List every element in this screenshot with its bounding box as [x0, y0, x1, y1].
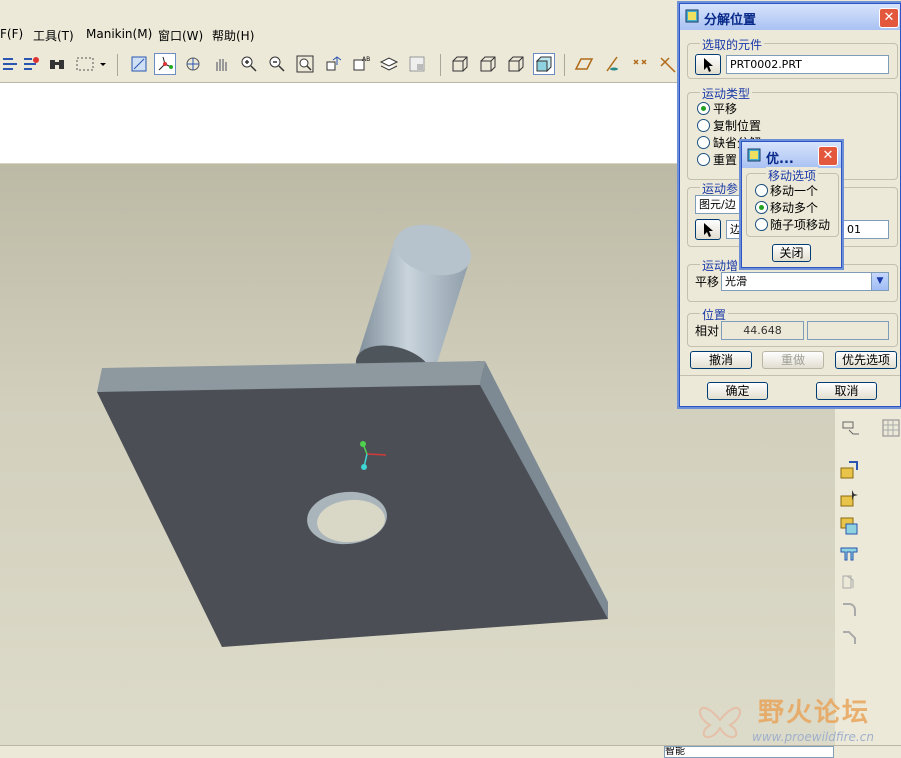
- orient-icon[interactable]: [128, 53, 150, 75]
- view-manager-icon[interactable]: [406, 53, 428, 75]
- popup-close-x-button[interactable]: ✕: [818, 146, 838, 166]
- plate-part[interactable]: [97, 361, 608, 647]
- toolbar-separator: [117, 54, 118, 76]
- radio-move-with-children-label: 随子项移动: [770, 218, 831, 232]
- translate-increment-label: 平移: [695, 275, 720, 289]
- select-box-dropdown-icon[interactable]: [74, 53, 108, 75]
- watermark-title: 野火论坛: [758, 698, 871, 728]
- no-hidden-icon[interactable]: [505, 53, 527, 75]
- butterfly-logo-icon: [699, 706, 741, 739]
- dialog-titlebar[interactable]: 分解位置 ✕: [680, 4, 900, 30]
- select-component-button[interactable]: [695, 54, 721, 75]
- undo-button[interactable]: 撤消: [690, 351, 752, 369]
- radio-move-many[interactable]: [755, 201, 768, 214]
- popup-titlebar[interactable]: 优... ✕: [742, 142, 841, 168]
- dialog-title: 分解位置: [704, 13, 757, 28]
- hidden-line-icon[interactable]: [477, 53, 499, 75]
- orient-mode-icon[interactable]: [182, 53, 204, 75]
- selection-filter-value: 智能: [665, 746, 685, 757]
- dialog-app-icon: [685, 9, 699, 23]
- assemble-icon[interactable]: [839, 460, 859, 480]
- pattern-icon[interactable]: [839, 572, 859, 592]
- coordinate-system-icon[interactable]: [656, 53, 678, 75]
- chamfer-icon[interactable]: [839, 628, 859, 648]
- toolbar-separator: [440, 54, 441, 76]
- create-component-icon[interactable]: [839, 488, 859, 508]
- translate-increment-dropdown[interactable]: 光滑 ▼: [721, 272, 889, 291]
- radio-copy-position-label: 复制位置: [713, 119, 762, 133]
- radio-move-one-label: 移动一个: [770, 184, 819, 198]
- position-extra-field: [807, 321, 889, 340]
- selected-component-label: 选取的元件: [700, 36, 765, 53]
- translate-increment-value: 光滑: [725, 275, 747, 288]
- dialog-divider: [680, 375, 900, 376]
- watermark: 野火论坛 www.proewildfire.cn: [690, 690, 901, 746]
- dialog-close-button[interactable]: ✕: [879, 8, 899, 28]
- regenerate-manager-icon[interactable]: [20, 53, 42, 75]
- chevron-down-icon[interactable]: ▼: [871, 273, 888, 290]
- ok-button[interactable]: 确定: [707, 382, 768, 400]
- selected-component-field[interactable]: PRT0002.PRT: [726, 55, 889, 74]
- shading-icon[interactable]: [533, 53, 555, 75]
- reorient-icon[interactable]: [322, 53, 344, 75]
- cancel-button[interactable]: 取消: [816, 382, 877, 400]
- regenerate-icon[interactable]: [0, 53, 22, 75]
- grid-icon[interactable]: [881, 418, 901, 438]
- arrow-cursor-icon: [704, 58, 713, 72]
- zoom-out-icon[interactable]: [266, 53, 288, 75]
- binoculars-icon[interactable]: [46, 53, 68, 75]
- named-view-icon[interactable]: AB: [350, 53, 372, 75]
- radio-move-many-label: 移动多个: [770, 201, 819, 215]
- menu-tools[interactable]: 工具(T): [33, 27, 74, 44]
- round-icon[interactable]: [839, 600, 859, 620]
- layers-icon[interactable]: [378, 53, 400, 75]
- toolbar-separator: [564, 54, 565, 76]
- popup-close-button[interactable]: 关闭: [772, 244, 811, 262]
- datum-plane-icon[interactable]: [573, 53, 595, 75]
- selection-filter-dropdown[interactable]: 智能: [664, 746, 834, 758]
- radio-translate-label: 平移: [713, 102, 738, 116]
- popup-app-icon: [747, 148, 761, 162]
- radio-move-one[interactable]: [755, 184, 768, 197]
- radio-translate[interactable]: [697, 102, 710, 115]
- radio-reset[interactable]: [697, 153, 710, 166]
- menu-file[interactable]: F(F): [0, 27, 23, 41]
- menu-manikin[interactable]: Manikin(M): [86, 27, 152, 41]
- wireframe-icon[interactable]: [449, 53, 471, 75]
- datum-point-icon[interactable]: [629, 53, 651, 75]
- cut-icon[interactable]: [839, 544, 859, 564]
- spin-center-icon[interactable]: [154, 53, 176, 75]
- menu-window[interactable]: 窗口(W): [158, 27, 203, 44]
- select-reference-button[interactable]: [695, 219, 721, 240]
- datum-axis-icon[interactable]: [601, 53, 623, 75]
- radio-reset-label: 重置: [713, 153, 738, 167]
- relative-label: 相对: [695, 324, 720, 338]
- status-bar: 智能: [0, 745, 901, 758]
- zoom-in-icon[interactable]: [238, 53, 260, 75]
- refit-icon[interactable]: [294, 53, 316, 75]
- redo-button[interactable]: 重做: [762, 351, 824, 369]
- preferences-popup: 优... ✕ 移动选项 移动一个 移动多个 随子项移动 关闭: [741, 141, 842, 268]
- menu-help[interactable]: 帮助(H): [212, 27, 254, 44]
- copy-components-icon[interactable]: [839, 516, 859, 536]
- watermark-url: www.proewildfire.cn: [752, 730, 874, 744]
- radio-default-explode[interactable]: [697, 136, 710, 149]
- arrow-cursor-icon: [704, 223, 713, 237]
- datum-display-icon[interactable]: [841, 418, 861, 438]
- reference-type-dropdown[interactable]: 图元/边: [695, 195, 745, 214]
- svg-text:AB: AB: [362, 56, 370, 63]
- reference-field-tail[interactable]: 01: [843, 220, 889, 239]
- pan-hand-icon[interactable]: [210, 53, 232, 75]
- radio-move-with-children[interactable]: [755, 218, 768, 231]
- relative-position-field: 44.648: [721, 321, 804, 340]
- popup-title: 优...: [766, 152, 794, 167]
- preferences-button[interactable]: 优先选项: [835, 351, 897, 369]
- radio-copy-position[interactable]: [697, 119, 710, 132]
